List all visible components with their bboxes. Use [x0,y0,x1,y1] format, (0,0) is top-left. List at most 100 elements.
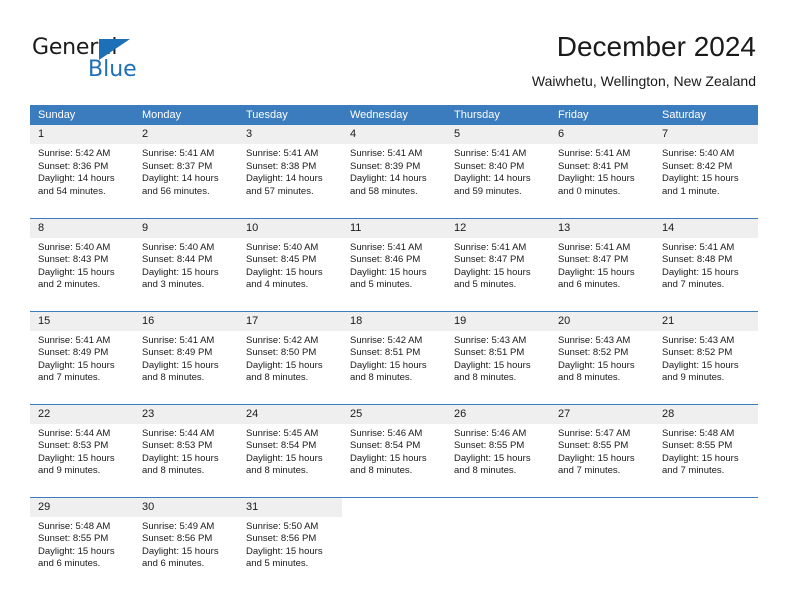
day-number: 30 [134,497,238,517]
sunset-time: Sunset: 8:54 PM [246,440,317,452]
calendar-day-cell[interactable]: 22 Sunrise: 5:44 AM Sunset: 8:53 PM Dayligh… [30,403,134,497]
calendar-day-cell[interactable]: 19 Sunrise: 5:43 AM Sunset: 8:51 PM Dayligh… [446,310,550,404]
sunrise-time: Sunrise: 5:46 AM [454,427,527,439]
calendar-day-cell[interactable]: 5 Sunrise: 5:41 AM Sunset: 8:40 PM Daylight… [446,125,550,218]
daylight-duration-line2: and 8 minutes. [142,372,205,384]
day-number [342,498,446,517]
calendar-day-cell[interactable]: 11 Sunrise: 5:41 AM Sunset: 8:46 PM Dayligh… [342,217,446,311]
weekday-header-friday: Friday [550,105,654,125]
sunrise-time: Sunrise: 5:42 AM [246,334,319,346]
sunset-time: Sunset: 8:50 PM [246,347,317,359]
daylight-duration-line2: and 59 minutes. [454,185,522,197]
sunset-time: Sunset: 8:48 PM [662,254,733,266]
calendar-day-cell[interactable]: 10 Sunrise: 5:40 AM Sunset: 8:45 PM Dayligh… [238,217,342,311]
weekday-header-sunday: Sunday [30,105,134,125]
calendar-day-cell[interactable]: 3 Sunrise: 5:41 AM Sunset: 8:38 PM Daylight… [238,125,342,218]
calendar-day-cell[interactable]: 23 Sunrise: 5:44 AM Sunset: 8:53 PM Dayligh… [134,403,238,497]
calendar-day-cell[interactable]: 30 Sunrise: 5:49 AM Sunset: 8:56 PM Dayligh… [134,496,238,590]
page-title: December 2024 [556,31,756,62]
day-sun-info: Sunrise: 5:48 AM Sunset: 8:55 PM Daylight:… [30,517,134,571]
calendar-day-cell[interactable]: 1 Sunrise: 5:42 AM Sunset: 8:36 PM Daylight… [30,125,134,218]
day-number: 22 [30,404,134,424]
page-header: General Blue December 2024 Waiwhetu, Wel… [0,0,792,100]
day-number: 23 [134,404,238,424]
day-sun-info: Sunrise: 5:43 AM Sunset: 8:51 PM Daylight:… [446,331,550,385]
day-number: 29 [30,497,134,517]
sunset-time: Sunset: 8:55 PM [662,440,733,452]
day-number [550,498,654,517]
daylight-duration-line2: and 57 minutes. [246,185,314,197]
daylight-duration-line1: Daylight: 15 hours [142,452,219,464]
calendar-day-cell[interactable]: 18 Sunrise: 5:42 AM Sunset: 8:51 PM Dayligh… [342,310,446,404]
calendar-day-cell[interactable]: 12 Sunrise: 5:41 AM Sunset: 8:47 PM Dayligh… [446,217,550,311]
calendar-day-cell[interactable]: 8 Sunrise: 5:40 AM Sunset: 8:43 PM Daylight… [30,217,134,311]
calendar-table: Sunday Monday Tuesday Wednesday Thursday… [30,105,758,590]
day-sun-info: Sunrise: 5:45 AM Sunset: 8:54 PM Daylight:… [238,424,342,478]
calendar-day-cell[interactable]: 27 Sunrise: 5:47 AM Sunset: 8:55 PM Dayligh… [550,403,654,497]
day-sun-info: Sunrise: 5:46 AM Sunset: 8:54 PM Daylight:… [342,424,446,478]
calendar-day-cell[interactable]: 24 Sunrise: 5:45 AM Sunset: 8:54 PM Dayligh… [238,403,342,497]
day-sun-info: Sunrise: 5:41 AM Sunset: 8:41 PM Daylight:… [550,144,654,198]
weekday-header-monday: Monday [134,105,238,125]
day-sun-info: Sunrise: 5:46 AM Sunset: 8:55 PM Daylight:… [446,424,550,478]
calendar-day-cell[interactable]: 15 Sunrise: 5:41 AM Sunset: 8:49 PM Dayligh… [30,310,134,404]
day-number: 2 [134,125,238,144]
calendar-day-cell[interactable]: 26 Sunrise: 5:46 AM Sunset: 8:55 PM Dayligh… [446,403,550,497]
calendar-header-row: Sunday Monday Tuesday Wednesday Thursday… [30,105,758,125]
daylight-duration-line1: Daylight: 15 hours [38,545,115,557]
general-blue-logo[interactable]: General Blue [32,36,142,82]
calendar-day-cell[interactable]: 29 Sunrise: 5:48 AM Sunset: 8:55 PM Dayligh… [30,496,134,590]
daylight-duration-line2: and 5 minutes. [246,558,309,570]
calendar-day-cell[interactable]: 21 Sunrise: 5:43 AM Sunset: 8:52 PM Dayligh… [654,310,758,404]
daylight-duration-line1: Daylight: 15 hours [246,266,323,278]
daylight-duration-line1: Daylight: 15 hours [454,266,531,278]
calendar-day-cell-empty [654,496,758,590]
calendar-day-cell[interactable]: 16 Sunrise: 5:41 AM Sunset: 8:49 PM Dayligh… [134,310,238,404]
sunrise-time: Sunrise: 5:45 AM [246,427,319,439]
day-number: 14 [654,218,758,238]
calendar-day-cell[interactable]: 9 Sunrise: 5:40 AM Sunset: 8:44 PM Daylight… [134,217,238,311]
calendar-day-cell[interactable]: 4 Sunrise: 5:41 AM Sunset: 8:39 PM Daylight… [342,125,446,218]
day-sun-info: Sunrise: 5:41 AM Sunset: 8:48 PM Daylight:… [654,238,758,292]
calendar-day-cell[interactable]: 25 Sunrise: 5:46 AM Sunset: 8:54 PM Dayligh… [342,403,446,497]
calendar-body: 1 Sunrise: 5:42 AM Sunset: 8:36 PM Daylight… [30,125,758,590]
calendar-day-cell[interactable]: 28 Sunrise: 5:48 AM Sunset: 8:55 PM Dayligh… [654,403,758,497]
sunrise-time: Sunrise: 5:41 AM [558,148,631,159]
calendar-day-cell[interactable]: 20 Sunrise: 5:43 AM Sunset: 8:52 PM Dayligh… [550,310,654,404]
day-sun-info: Sunrise: 5:41 AM Sunset: 8:49 PM Daylight:… [134,331,238,385]
daylight-duration-line2: and 8 minutes. [142,465,205,477]
day-number: 4 [342,125,446,144]
daylight-duration-line2: and 6 minutes. [142,558,205,570]
calendar-day-cell[interactable]: 2 Sunrise: 5:41 AM Sunset: 8:37 PM Daylight… [134,125,238,218]
daylight-duration-line1: Daylight: 15 hours [38,452,115,464]
day-sun-info: Sunrise: 5:50 AM Sunset: 8:56 PM Daylight:… [238,517,342,571]
sunset-time: Sunset: 8:39 PM [350,160,421,172]
sunset-time: Sunset: 8:55 PM [38,533,109,545]
sunrise-time: Sunrise: 5:40 AM [246,241,319,253]
daylight-duration-line1: Daylight: 15 hours [662,359,739,371]
calendar-day-cell[interactable]: 7 Sunrise: 5:40 AM Sunset: 8:42 PM Daylight… [654,125,758,218]
day-number [446,498,550,517]
daylight-duration-line1: Daylight: 15 hours [454,359,531,371]
logo-text-blue: Blue [88,57,137,82]
calendar-day-cell[interactable]: 17 Sunrise: 5:42 AM Sunset: 8:50 PM Dayligh… [238,310,342,404]
daylight-duration-line1: Daylight: 15 hours [142,359,219,371]
calendar-day-cell[interactable]: 31 Sunrise: 5:50 AM Sunset: 8:56 PM Dayligh… [238,496,342,590]
day-number: 31 [238,497,342,517]
daylight-duration-line1: Daylight: 15 hours [454,452,531,464]
day-sun-info: Sunrise: 5:41 AM Sunset: 8:40 PM Daylight:… [446,144,550,198]
calendar-day-cell[interactable]: 6 Sunrise: 5:41 AM Sunset: 8:41 PM Daylight… [550,125,654,218]
calendar-week-row: 15 Sunrise: 5:41 AM Sunset: 8:49 PM Dayligh… [30,310,758,404]
day-sun-info: Sunrise: 5:48 AM Sunset: 8:55 PM Daylight:… [654,424,758,478]
sunrise-time: Sunrise: 5:40 AM [142,241,215,253]
sunrise-time: Sunrise: 5:41 AM [142,334,215,346]
daylight-duration-line1: Daylight: 14 hours [246,173,323,185]
sunset-time: Sunset: 8:56 PM [246,533,317,545]
sunset-time: Sunset: 8:47 PM [454,254,525,266]
calendar-day-cell[interactable]: 13 Sunrise: 5:41 AM Sunset: 8:47 PM Dayligh… [550,217,654,311]
day-number: 8 [30,218,134,238]
calendar-day-cell[interactable]: 14 Sunrise: 5:41 AM Sunset: 8:48 PM Dayligh… [654,217,758,311]
daylight-duration-line1: Daylight: 14 hours [350,173,427,185]
daylight-duration-line2: and 3 minutes. [142,279,205,291]
daylight-duration-line2: and 9 minutes. [662,372,725,384]
